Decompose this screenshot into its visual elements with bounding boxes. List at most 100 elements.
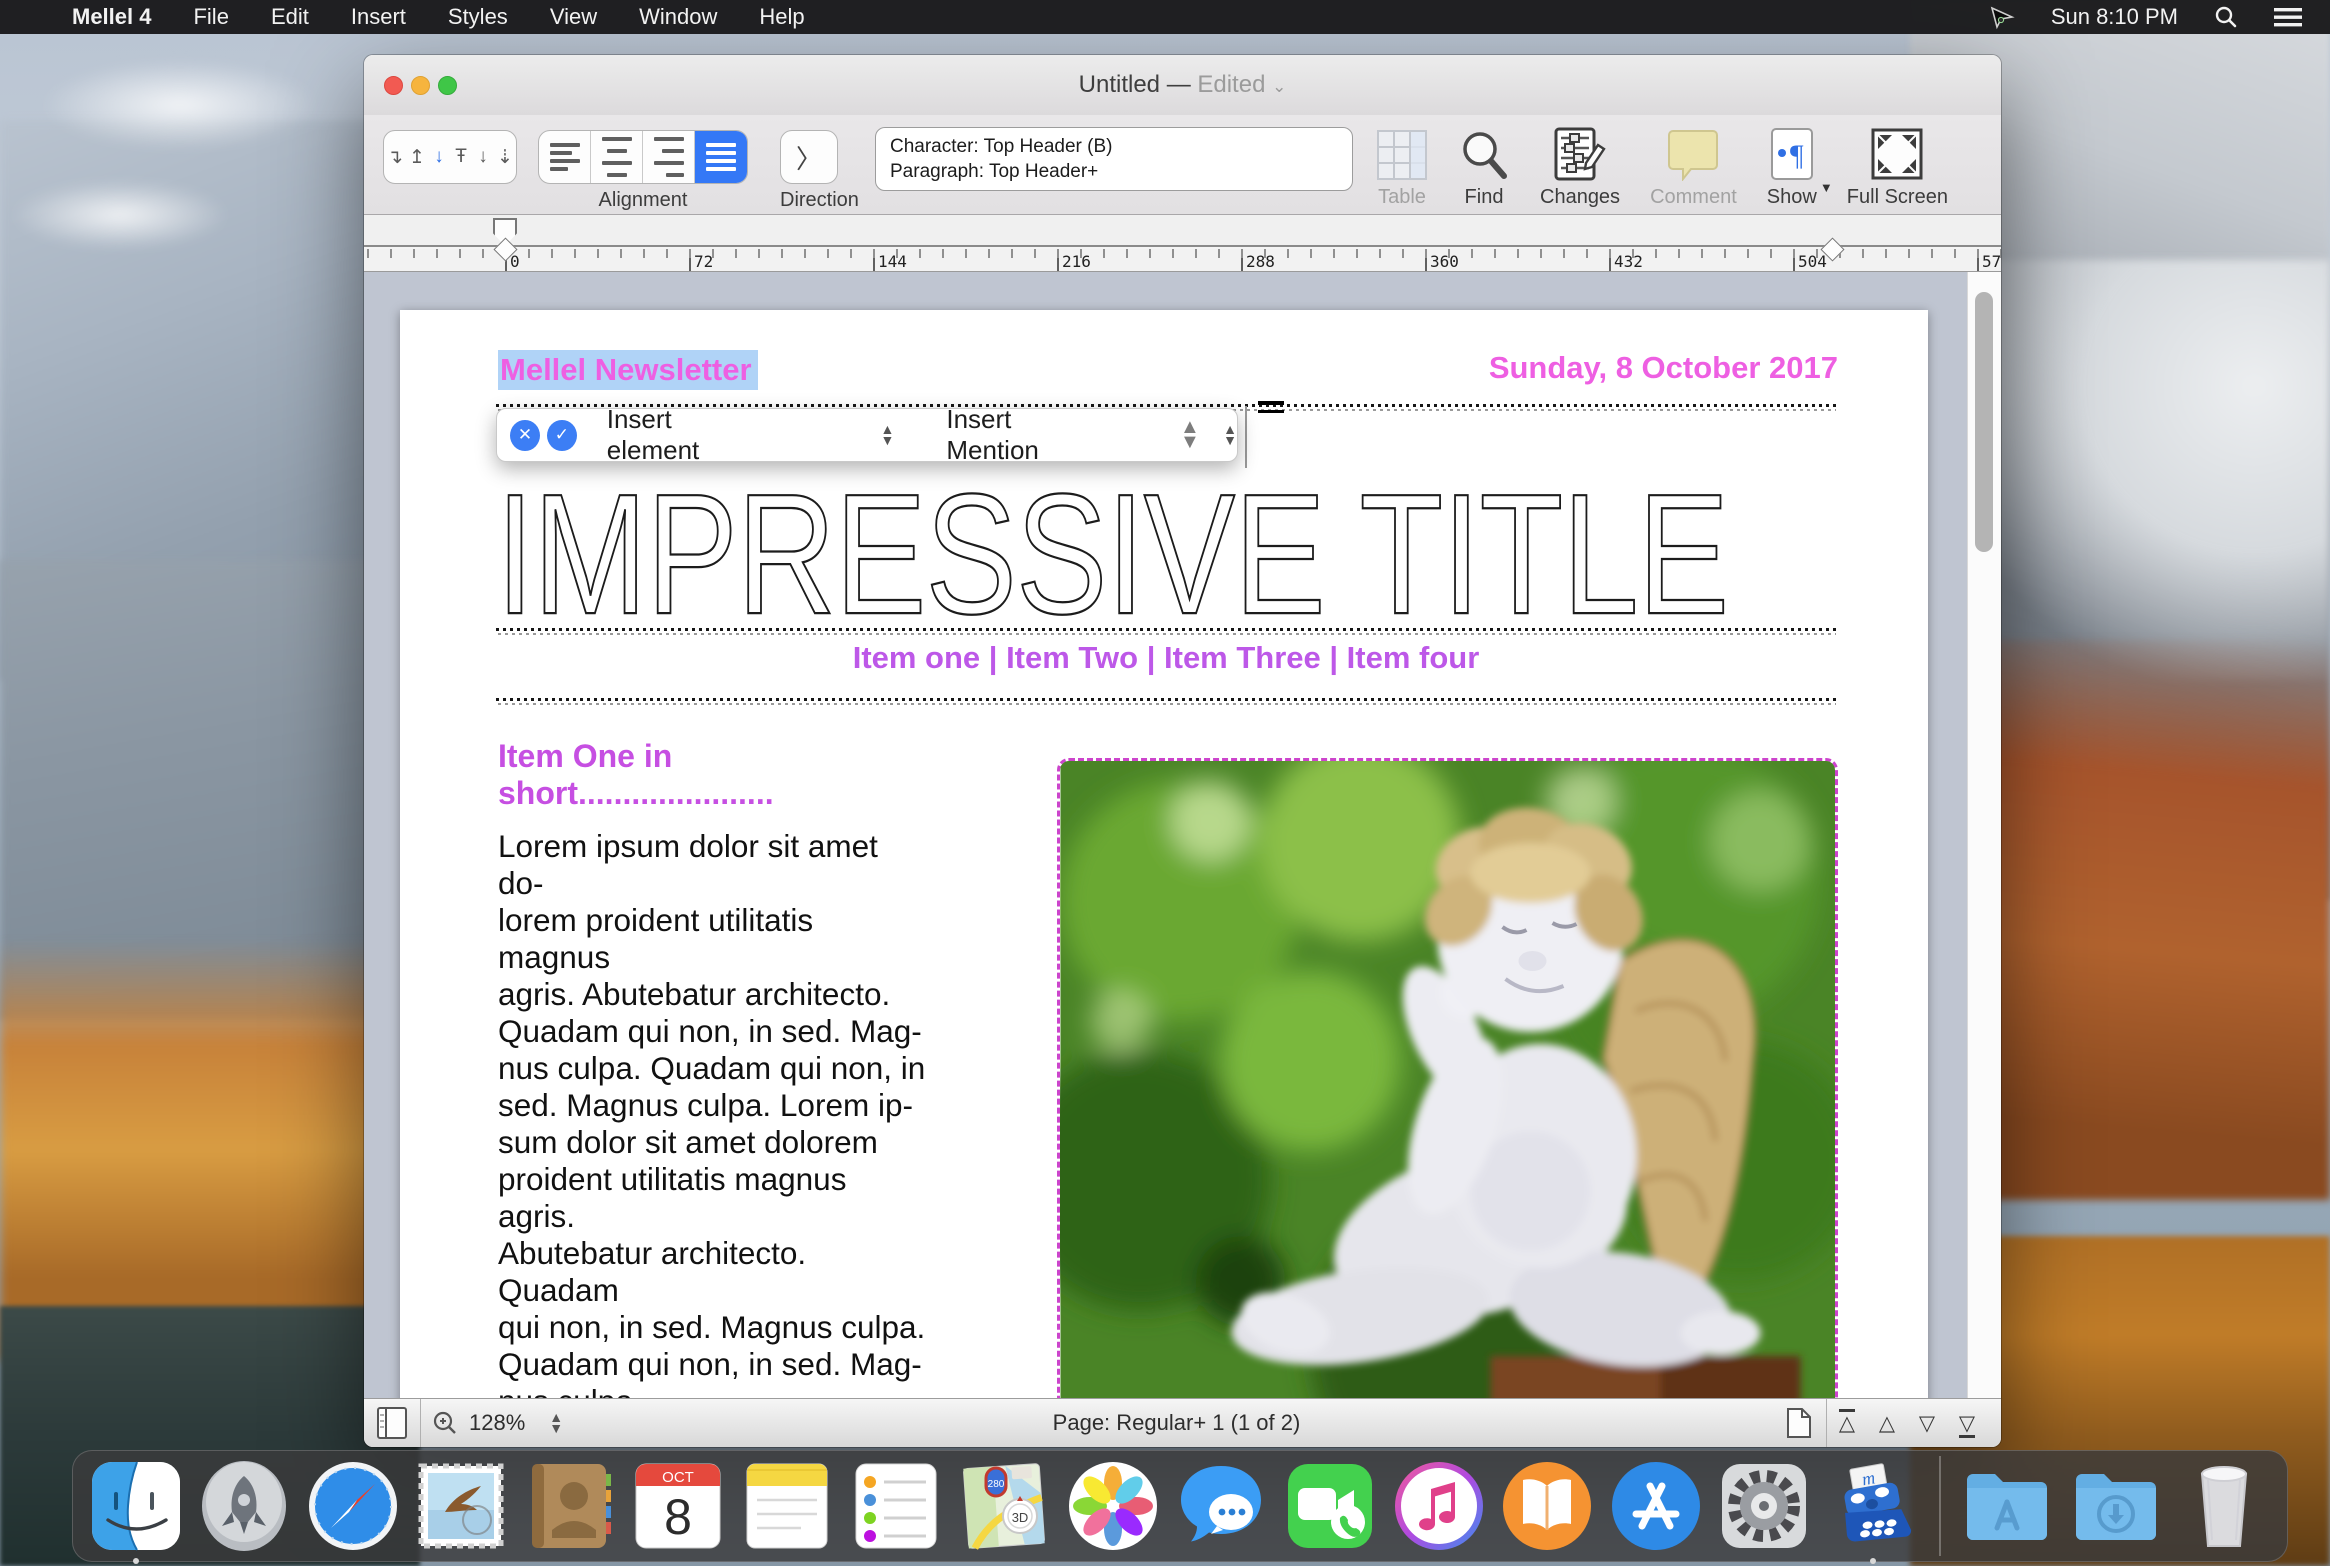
- document-big-title[interactable]: IMPRESSIVE TITLE: [496, 456, 1728, 653]
- dock-maps-icon[interactable]: 2803D: [956, 1458, 1053, 1555]
- zoom-stepper-icon[interactable]: ▲▼: [549, 1412, 563, 1434]
- mark-button[interactable]: ⇣: [494, 131, 516, 183]
- dock-finder-icon[interactable]: [87, 1458, 184, 1555]
- insertion-marks-control[interactable]: ↴ ↥ ↓ Ŧ ↓ ⇣: [383, 130, 517, 184]
- menu-item-window[interactable]: Window: [639, 4, 717, 30]
- changes-button[interactable]: Changes: [1540, 125, 1620, 209]
- go-last-icon[interactable]: ▽: [1947, 1411, 1987, 1436]
- go-first-icon[interactable]: △: [1827, 1411, 1867, 1436]
- svg-text:¶: ¶: [1790, 139, 1804, 172]
- left-text-column[interactable]: Item One in short...................... …: [498, 738, 928, 1398]
- style-indicator-box[interactable]: Character: Top Header (B) Paragraph: Top…: [875, 127, 1353, 191]
- notification-center-icon[interactable]: [2274, 6, 2302, 28]
- wallpaper-right-snow: [1950, 260, 2330, 680]
- ruler-margin-strip: [364, 215, 2001, 247]
- mellel-window: Untitled — Edited ⌄ ↴ ↥ ↓ Ŧ ↓ ⇣: [364, 55, 2001, 1447]
- go-down-icon[interactable]: ▽: [1907, 1411, 1947, 1436]
- full-screen-button[interactable]: Full Screen: [1847, 125, 1948, 209]
- ruler-number: 432: [1614, 252, 1643, 271]
- menu-item-view[interactable]: View: [550, 4, 597, 30]
- ruler-number: 504: [1798, 252, 1827, 271]
- align-right-button[interactable]: [643, 131, 695, 183]
- show-dropdown-arrow-icon[interactable]: ▼: [1820, 180, 1833, 195]
- dock-mellel-icon[interactable]: m: [1825, 1458, 1922, 1555]
- title-bar[interactable]: Untitled — Edited ⌄: [364, 55, 2001, 115]
- align-justify-button[interactable]: [695, 131, 747, 183]
- dock-mail-icon[interactable]: [413, 1458, 510, 1555]
- go-up-icon[interactable]: △: [1867, 1411, 1907, 1436]
- newsletter-title[interactable]: Mellel Newsletter: [498, 350, 758, 390]
- sidebar-toggle-icon[interactable]: [364, 1407, 420, 1439]
- alignment-control: [538, 130, 748, 184]
- mark-button[interactable]: ↓: [428, 131, 450, 183]
- show-button[interactable]: ¶ ▼ Show: [1767, 125, 1817, 209]
- dock-launchpad-icon[interactable]: [196, 1458, 293, 1555]
- paragraph-style: Paragraph: Top Header+: [890, 159, 1338, 184]
- menu-item-styles[interactable]: Styles: [448, 4, 508, 30]
- cursor-menu-extra-icon[interactable]: [1989, 4, 2015, 30]
- scrollbar-thumb[interactable]: [1975, 292, 1993, 552]
- insert-mention-dropdown[interactable]: Insert Mention: [946, 404, 1105, 466]
- popup-confirm-button[interactable]: ✓: [547, 420, 577, 451]
- document-nav-items[interactable]: Item one | Item Two | Item Three | Item …: [496, 640, 1836, 676]
- mark-button[interactable]: ↓: [472, 131, 494, 183]
- insert-mention-stepper-icon[interactable]: ▲▼: [1223, 424, 1237, 446]
- toolbar: ↴ ↥ ↓ Ŧ ↓ ⇣: [364, 115, 2001, 215]
- mark-button[interactable]: ↥: [406, 131, 428, 183]
- dock-itunes-icon[interactable]: [1390, 1458, 1487, 1555]
- dock-applications-folder-icon[interactable]: [1959, 1458, 2056, 1555]
- dock-calendar-icon[interactable]: OCT8: [630, 1458, 727, 1555]
- menu-item-insert[interactable]: Insert: [351, 4, 406, 30]
- document-page[interactable]: Mellel Newsletter Sunday, 8 October 2017…: [400, 310, 1928, 1398]
- dock-downloads-folder-icon[interactable]: [2067, 1458, 2164, 1555]
- menu-item-help[interactable]: Help: [759, 4, 804, 30]
- dock-notes-icon[interactable]: [739, 1458, 836, 1555]
- align-center-button[interactable]: [591, 131, 643, 183]
- ruler[interactable]: 072144216288360432504576: [364, 215, 2001, 272]
- dock-facetime-icon[interactable]: [1282, 1458, 1379, 1555]
- menu-app-name[interactable]: Mellel 4: [72, 4, 151, 30]
- scrollbar-track[interactable]: [1967, 272, 2001, 1398]
- dock-contacts-icon[interactable]: [521, 1458, 618, 1555]
- dock-ibooks-icon[interactable]: [1499, 1458, 1596, 1555]
- page-info[interactable]: Page: Regular+ 1 (1 of 2): [624, 1410, 1729, 1436]
- menu-bar: Mellel 4 File Edit Insert Styles View Wi…: [0, 0, 2330, 34]
- dock-trash-icon[interactable]: [2176, 1458, 2273, 1555]
- svg-text:3D: 3D: [1012, 1510, 1029, 1525]
- zoom-icon[interactable]: [421, 1410, 469, 1436]
- wallpaper-left-autumn-trees: [0, 940, 390, 1360]
- menu-item-file[interactable]: File: [193, 4, 228, 30]
- item-one-heading[interactable]: Item One in short......................: [498, 738, 928, 812]
- menu-item-edit[interactable]: Edit: [271, 4, 309, 30]
- rule-drag-handle[interactable]: [1258, 401, 1284, 413]
- cherub-statue-image[interactable]: [1057, 758, 1838, 1398]
- zoom-level[interactable]: 128%: [469, 1410, 525, 1436]
- resize-cursor-pointer: ▲▼: [1180, 420, 1200, 450]
- newsletter-date[interactable]: Sunday, 8 October 2017: [1489, 350, 1838, 390]
- title-chevron-icon[interactable]: ⌄: [1272, 77, 1286, 96]
- popup-close-button[interactable]: ✕: [510, 420, 540, 451]
- direction-button[interactable]: 〉: [780, 130, 838, 184]
- item-one-body[interactable]: Lorem ipsum dolor sit amet do- lorem pro…: [498, 828, 928, 1398]
- insert-element-stepper-icon[interactable]: ▲▼: [881, 424, 895, 446]
- ruler-number: 72: [694, 252, 713, 271]
- cloud: [10, 180, 230, 250]
- status-bar: 128% ▲▼ Page: Regular+ 1 (1 of 2) △ △ ▽ …: [364, 1398, 2001, 1447]
- find-button[interactable]: Find: [1458, 125, 1510, 209]
- dock-safari-icon[interactable]: [304, 1458, 401, 1555]
- dock-reminders-icon[interactable]: [847, 1458, 944, 1555]
- insert-element-dropdown[interactable]: Insert element: [607, 404, 766, 466]
- dock-messages-icon[interactable]: [1173, 1458, 1270, 1555]
- dotted-rule: [496, 698, 1836, 706]
- menu-clock[interactable]: Sun 8:10 PM: [2051, 4, 2178, 30]
- dock-photos-icon[interactable]: [1064, 1458, 1161, 1555]
- dock-system-preferences-icon[interactable]: [1716, 1458, 1813, 1555]
- page-icon[interactable]: [1772, 1407, 1826, 1439]
- ruler-number: 360: [1430, 252, 1459, 271]
- align-left-button[interactable]: [539, 131, 591, 183]
- spotlight-search-icon[interactable]: [2214, 5, 2238, 29]
- dock-appstore-icon[interactable]: [1607, 1458, 1704, 1555]
- mark-button[interactable]: Ŧ: [450, 131, 472, 183]
- mark-button[interactable]: ↴: [384, 131, 406, 183]
- comment-icon: [1650, 125, 1737, 181]
